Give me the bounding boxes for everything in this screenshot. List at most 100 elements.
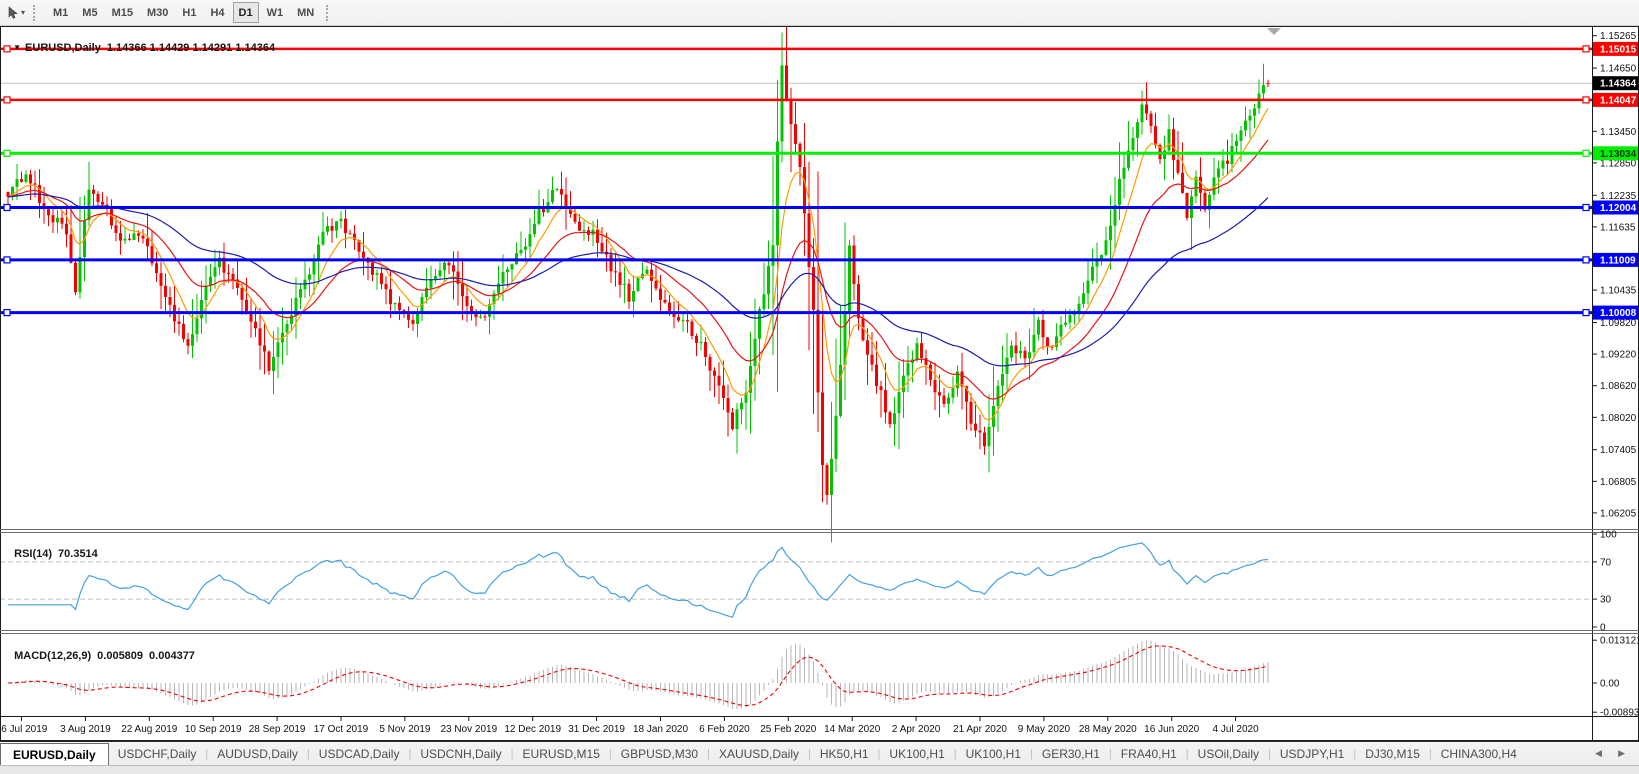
timeframe-button-h4[interactable]: H4 [204,2,230,23]
macd-name: MACD(12,26,9) [14,650,92,662]
svg-text:22 Aug 2019: 22 Aug 2019 [121,724,178,735]
rsi-line [8,542,1269,619]
svg-text:1.08620: 1.08620 [1600,381,1637,392]
chart-tab-china300-h4[interactable]: CHINA300,H4 [1432,742,1526,765]
svg-text:17 Oct 2019: 17 Oct 2019 [314,724,369,735]
chart-tab-audusd-daily[interactable]: AUDUSD,Daily [208,742,307,765]
hline-1.11009[interactable] [0,256,1592,264]
svg-text:1.07405: 1.07405 [1600,445,1637,456]
svg-text:1.06805: 1.06805 [1600,477,1637,488]
chart-title: ▼ EURUSD,Daily 1.14366 1.14429 1.14291 1.1… [7,30,275,54]
chart-tab-usdjpy-h1[interactable]: USDJPY,H1 [1271,742,1353,765]
chart-tab-eurusd-daily[interactable]: EURUSD,Daily [0,743,109,765]
toolbar: ▾ M1 M5 M15 M30 H1 H4 D1 W1 MN [0,0,1639,26]
price-axis[interactable]: 1.152651.146501.134501.128501.122351.116… [1592,31,1638,519]
timeframe-button-m15[interactable]: M15 [106,2,139,23]
svg-text:25 Feb 2020: 25 Feb 2020 [760,724,817,735]
svg-text:1.09820: 1.09820 [1600,318,1637,329]
svg-text:14 Mar 2020: 14 Mar 2020 [824,724,881,735]
timeframe-button-m30[interactable]: M30 [141,2,174,23]
chart-tab-hk50-h1[interactable]: HK50,H1 [811,742,878,765]
ma-mid-line [7,139,1269,400]
cursor-pointer-icon [8,5,18,19]
svg-text:21 Apr 2020: 21 Apr 2020 [953,724,1007,735]
macd-axis: 0.013121 0.00 -0.008933 [1592,636,1639,719]
svg-text:2 Apr 2020: 2 Apr 2020 [892,724,941,735]
macd-pane[interactable] [7,640,1269,710]
svg-text:0.013121: 0.013121 [1600,636,1639,647]
chart-tab-usoil-daily[interactable]: USOil,Daily [1189,742,1268,765]
hline-1.12004[interactable] [0,203,1592,212]
toolbar-grip [326,4,332,21]
svg-text:28 Sep 2019: 28 Sep 2019 [249,724,306,735]
svg-text:1.14650: 1.14650 [1600,64,1637,75]
chart-tab-xauusd-daily[interactable]: XAUUSD,Daily [710,742,808,765]
chart-tab-usdcad-daily[interactable]: USDCAD,Daily [310,742,409,765]
mt4-window: { "toolbar": { "cursor_tool": "cursor-po… [0,0,1639,774]
chart-tab-uk100-h1[interactable]: UK100,H1 [880,742,953,765]
main-pane[interactable] [0,18,1592,543]
svg-text:18 Jan 2020: 18 Jan 2020 [633,724,688,735]
svg-text:1.14364: 1.14364 [1600,79,1637,90]
tabs-scroll-left-icon[interactable]: ◀ [1595,748,1602,759]
timeframe-button-m1[interactable]: M1 [47,2,74,23]
chart-tab-usdchf-daily[interactable]: USDCHF,Daily [109,742,206,765]
svg-text:6 Feb 2020: 6 Feb 2020 [699,724,750,735]
rsi-axis: 100 70 30 0 [1592,530,1617,634]
svg-text:3 Aug 2019: 3 Aug 2019 [60,724,111,735]
date-axis[interactable]: 16 Jul 2019 3 Aug 2019 22 Aug 2019 10 Sep 2… [0,716,1259,735]
symbol-period-label: EURUSD,Daily [25,42,101,54]
timeframe-button-w1[interactable]: W1 [261,2,290,23]
svg-text:0.00: 0.00 [1600,679,1620,690]
svg-text:1.12235: 1.12235 [1600,191,1637,202]
cursor-tool-button[interactable]: ▾ [0,2,28,23]
rsi-indicator-label: RSI(14) 70.3514 [8,536,98,560]
rsi-name: RSI(14) [14,548,53,560]
ma-fast-line [7,108,1269,421]
svg-text:100: 100 [1600,530,1617,541]
svg-text:1.13450: 1.13450 [1600,127,1637,138]
chart-menu-caret-icon[interactable]: ▼ [13,43,21,52]
timeframe-button-m5[interactable]: M5 [76,2,103,23]
svg-text:1.09220: 1.09220 [1600,350,1637,361]
timeframe-button-mn[interactable]: MN [291,2,320,23]
toolbar-grip [33,4,39,21]
svg-text:1.14047: 1.14047 [1600,95,1637,106]
timeframe-button-d1[interactable]: D1 [232,2,259,23]
chevron-down-icon[interactable]: ▾ [21,8,25,17]
svg-text:30: 30 [1600,595,1612,606]
rsi-value: 70.3514 [58,548,98,560]
tabs-scroll-right-icon[interactable]: ▶ [1618,748,1625,759]
hline-1.14047[interactable] [0,96,1592,104]
chart-tab-uk100-h1[interactable]: UK100,H1 [957,742,1030,765]
svg-text:10 Sep 2019: 10 Sep 2019 [185,724,242,735]
chart-canvas[interactable]: 1.152651.146501.134501.128501.122351.116… [0,0,1639,741]
macd-signal-value: 0.004377 [149,650,195,662]
macd-main-value: 0.005809 [97,650,144,662]
chart-tab-dj30-m15[interactable]: DJ30,M15 [1356,742,1429,765]
timeframe-button-h1[interactable]: H1 [176,2,202,23]
svg-text:70: 70 [1600,557,1612,568]
chart-tab-eurusd-m15[interactable]: EURUSD,M15 [514,742,609,765]
svg-text:1.15015: 1.15015 [1600,44,1637,55]
svg-text:1.10008: 1.10008 [1600,308,1637,319]
hline-1.10008[interactable] [0,309,1592,317]
chart-tab-ger30-h1[interactable]: GER30,H1 [1033,742,1109,765]
svg-text:23 Nov 2019: 23 Nov 2019 [440,724,497,735]
chart-shift-marker-icon[interactable] [1267,28,1281,35]
svg-text:1.10435: 1.10435 [1600,286,1637,297]
chart-tab-fra40-h1[interactable]: FRA40,H1 [1112,742,1186,765]
svg-text:31 Dec 2019: 31 Dec 2019 [568,724,625,735]
svg-text:12 Dec 2019: 12 Dec 2019 [504,724,561,735]
svg-text:-0.008933: -0.008933 [1600,708,1639,719]
chart-tabbar: EURUSD,Daily USDCHF,Daily | AUDUSD,Daily | US… [0,741,1639,765]
rsi-pane[interactable] [0,542,1592,619]
svg-text:16 Jul 2019: 16 Jul 2019 [0,724,48,735]
svg-text:4 Jul 2020: 4 Jul 2020 [1213,724,1260,735]
chart-tab-gbpusd-m30[interactable]: GBPUSD,M30 [612,742,707,765]
ohlc-values: 1.14366 1.14429 1.14291 1.14364 [106,42,276,54]
svg-text:1.13034: 1.13034 [1600,149,1637,160]
svg-text:5 Nov 2019: 5 Nov 2019 [379,724,431,735]
chart-tab-usdcnh-daily[interactable]: USDCNH,Daily [411,742,510,765]
svg-text:1.15265: 1.15265 [1600,31,1637,42]
